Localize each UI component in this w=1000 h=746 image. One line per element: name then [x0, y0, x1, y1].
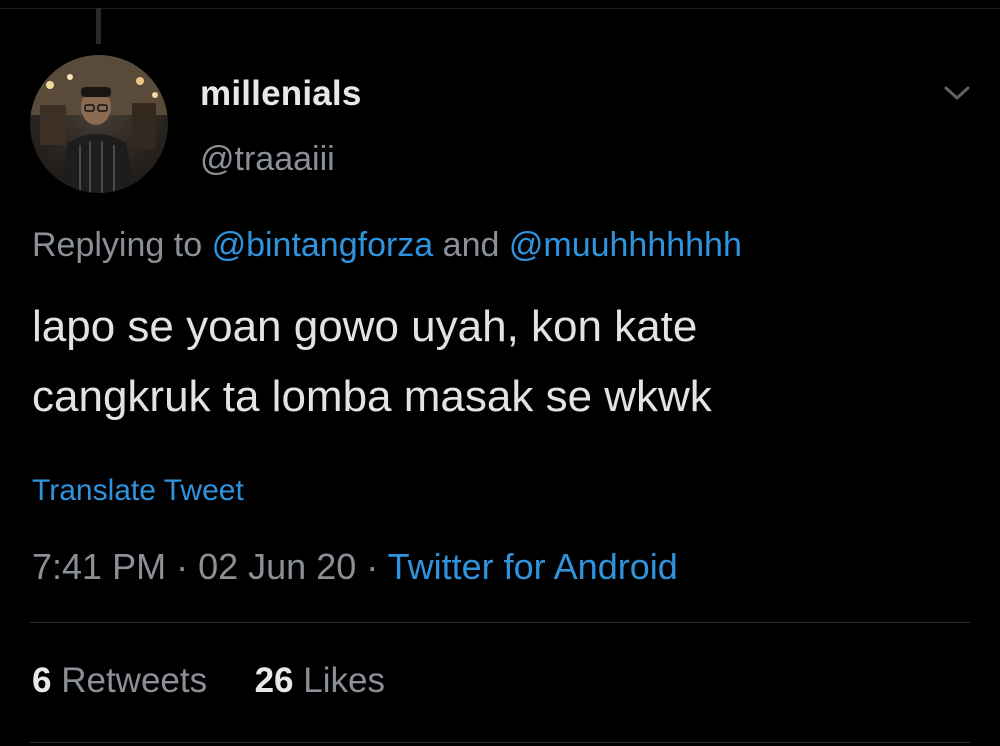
likes-stat[interactable]: 26 Likes — [245, 661, 385, 700]
retweets-stat[interactable]: 6 Retweets — [32, 661, 217, 700]
translate-tweet-link[interactable]: Translate Tweet — [32, 474, 244, 508]
avatar-photo — [30, 55, 168, 193]
replying-and: and — [442, 226, 500, 264]
author-display-name[interactable]: millenials — [200, 74, 362, 114]
tweet-text-line: cangkruk ta lomba masak se wkwk — [32, 372, 712, 421]
divider — [30, 622, 970, 623]
replying-to: Replying to @bintangforza and @muuhhhhhh… — [32, 226, 742, 265]
tweet-metadata: 7:41 PM · 02 Jun 20 · Twitter for Androi… — [32, 546, 678, 588]
meta-separator: · — [176, 546, 189, 587]
likes-label: Likes — [303, 661, 385, 700]
meta-separator: · — [366, 546, 379, 587]
tweet-time: 7:41 PM — [32, 546, 167, 587]
replying-prefix: Replying to — [32, 226, 203, 264]
tweet-date: 02 Jun 20 — [198, 546, 357, 587]
divider — [30, 742, 970, 743]
thread-connector-line — [96, 8, 101, 44]
author-handle[interactable]: @traaaiii — [200, 140, 335, 179]
tweet-text: lapo se yoan gowo uyah, kon kate cangkru… — [32, 292, 972, 432]
mention-link[interactable]: @muuhhhhhhh — [509, 226, 742, 264]
mention-link[interactable]: @bintangforza — [212, 226, 434, 264]
retweets-label: Retweets — [61, 661, 208, 700]
retweets-count: 6 — [32, 661, 52, 700]
likes-count: 26 — [254, 661, 294, 700]
tweet-text-line: lapo se yoan gowo uyah, kon kate — [32, 302, 698, 351]
chevron-down-icon[interactable] — [942, 82, 972, 104]
top-divider — [0, 8, 1000, 9]
avatar[interactable] — [30, 55, 168, 193]
tweet-stats: 6 Retweets 26 Likes — [32, 661, 385, 701]
tweet-source-link[interactable]: Twitter for Android — [388, 546, 678, 587]
